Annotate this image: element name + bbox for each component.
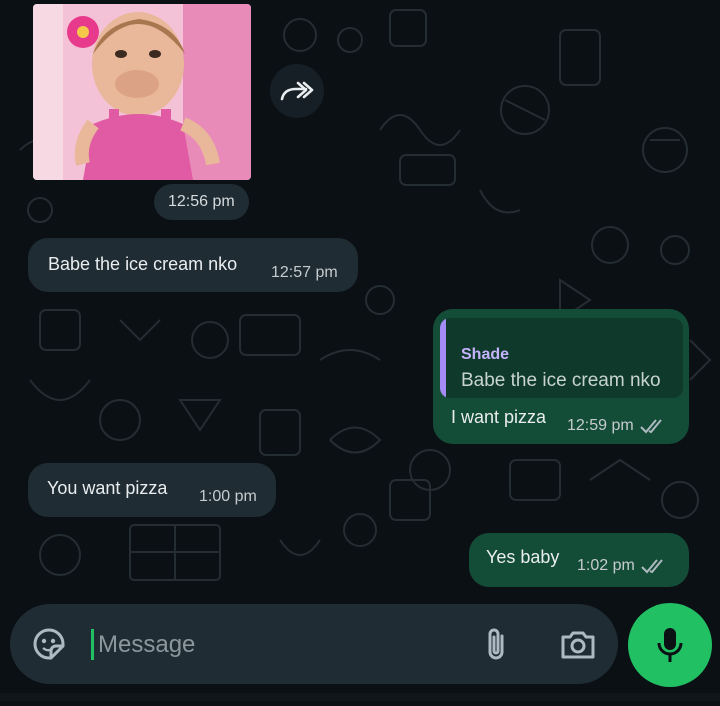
message-text: Yes baby [486,547,560,567]
quote-author: Shade [461,346,510,363]
camera-icon[interactable] [558,624,598,664]
message-text: Babe the ice cream nko [48,254,238,274]
text-caret [91,629,94,660]
child-photo [33,4,251,180]
message-time: 1:02 pm [577,557,635,574]
forward-button[interactable] [270,64,324,118]
message-text: I want pizza [451,407,547,427]
message-time: 12:57 pm [271,264,338,281]
image-timestamp: 12:56 pm [154,184,249,220]
voice-message-button[interactable] [628,603,712,687]
message-bubble-incoming[interactable]: Babe the ice cream nko 12:57 pm [28,238,358,292]
message-composer [10,604,618,684]
navigation-bar [0,693,720,701]
message-bubble-outgoing[interactable]: Yes baby 1:02 pm [469,533,689,587]
quoted-reply[interactable]: Shade Babe the ice cream nko [440,318,683,398]
message-time: 1:00 pm [199,488,257,505]
sticker-icon[interactable] [30,625,68,663]
forward-icon [280,81,314,101]
attach-icon[interactable] [480,624,512,664]
message-time: 12:59 pm [567,417,634,434]
message-input[interactable] [96,624,460,666]
quote-text: Babe the ice cream nko [461,370,661,391]
double-check-icon [640,419,662,434]
mic-icon [657,628,683,662]
message-bubble-outgoing[interactable]: Shade Babe the ice cream nko I want pizz… [433,309,689,444]
image-message[interactable] [33,4,251,180]
double-check-icon [641,559,663,574]
message-text: You want pizza [47,478,168,498]
quote-bar [440,318,446,398]
message-bubble-incoming[interactable]: You want pizza 1:00 pm [28,463,276,517]
